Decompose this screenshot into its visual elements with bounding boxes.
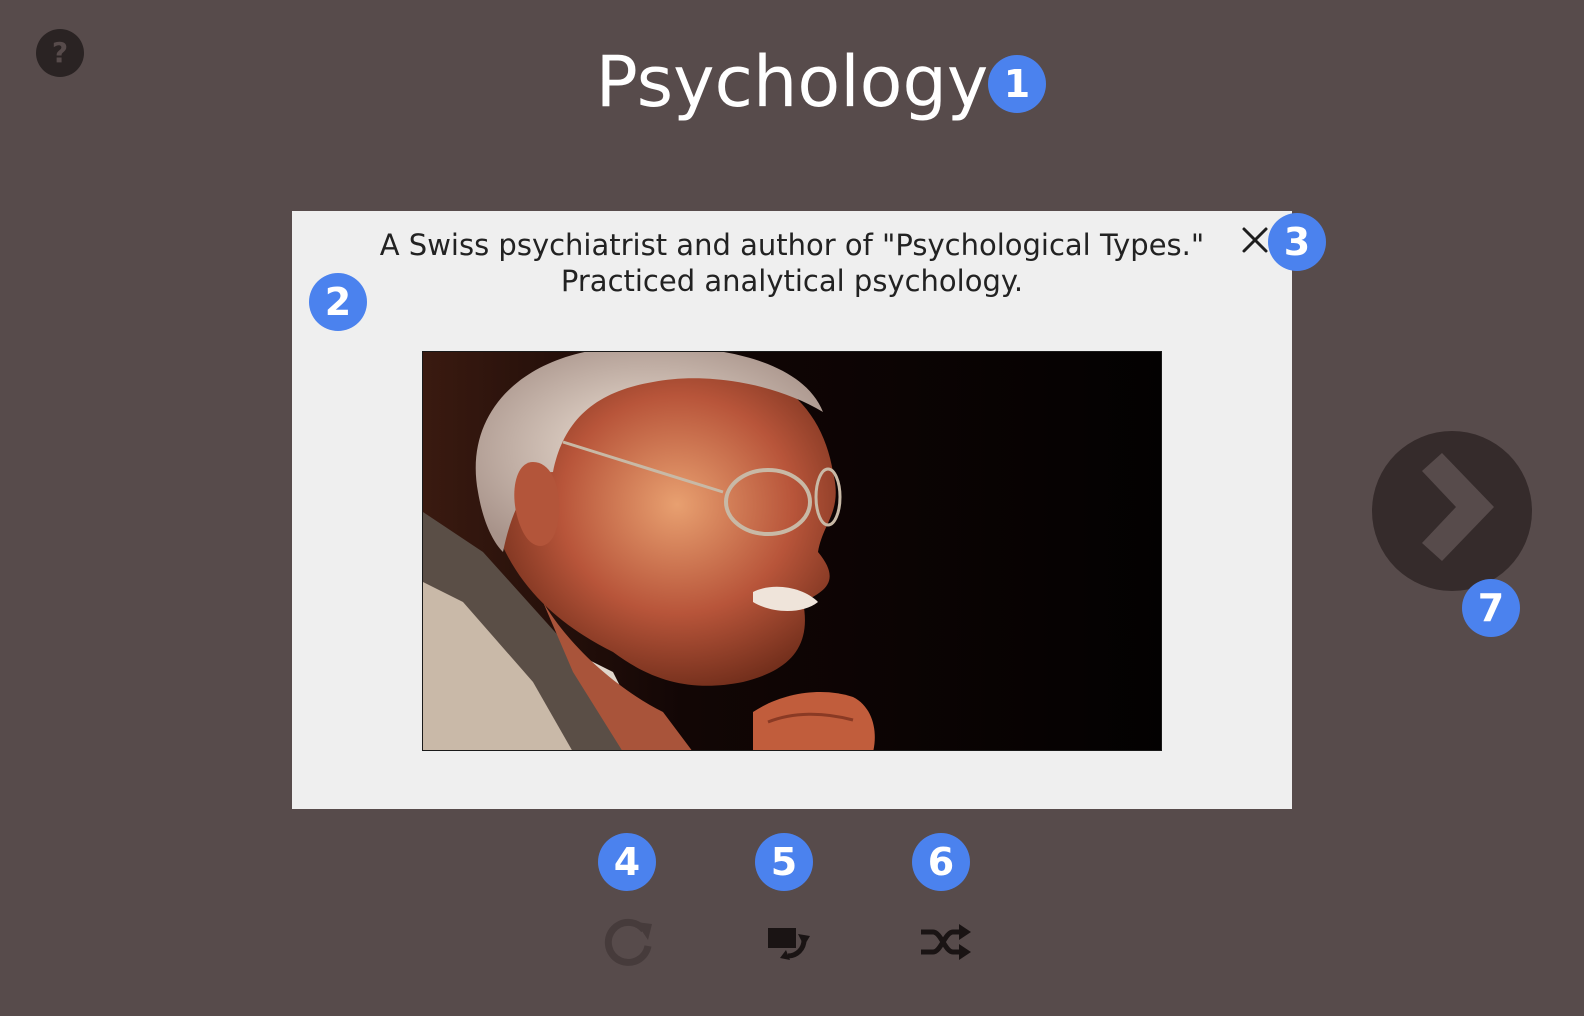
annotation-badge-3: 3 (1268, 213, 1326, 271)
card-description-line-1: A Swiss psychiatrist and author of "Psyc… (379, 228, 1205, 262)
next-button[interactable] (1372, 431, 1532, 591)
shuffle-button[interactable] (915, 912, 975, 972)
card-description-line-2: Practiced analytical psychology. (560, 264, 1024, 298)
close-icon (1242, 227, 1268, 253)
close-button[interactable] (1238, 223, 1272, 257)
annotation-badge-6: 6 (912, 833, 970, 891)
annotation-badge-7: 7 (1462, 579, 1520, 637)
flip-card-button[interactable] (758, 912, 818, 972)
portrait-photo (422, 351, 1162, 751)
shuffle-icon (921, 924, 971, 960)
annotation-badge-5: 5 (755, 833, 813, 891)
restart-icon (604, 918, 652, 966)
restart-button[interactable] (600, 912, 660, 972)
annotation-badge-2: 2 (309, 273, 367, 331)
annotation-badge-1: 1 (988, 55, 1046, 113)
chevron-right-icon (1422, 453, 1494, 561)
annotation-badge-4: 4 (598, 833, 656, 891)
card-description: A Swiss psychiatrist and author of "Psyc… (322, 227, 1262, 299)
flip-card-icon (768, 928, 810, 960)
flashcard[interactable]: A Swiss psychiatrist and author of "Psyc… (292, 211, 1292, 809)
deck-title: Psychology (595, 41, 989, 123)
